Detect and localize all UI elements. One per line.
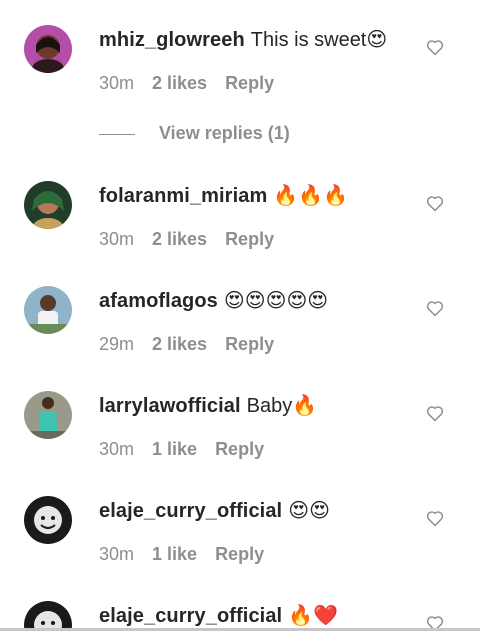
comment-username[interactable]: mhiz_glowreeh (99, 29, 245, 51)
comment-line: elaje_curry_official 🔥❤️ (99, 603, 338, 629)
comment-time: 30m (99, 73, 135, 93)
comment-username[interactable]: afamoflagos (99, 290, 218, 312)
comment-text: Baby🔥 (246, 395, 318, 417)
heart-outline-icon[interactable] (425, 403, 445, 423)
avatar[interactable] (24, 286, 72, 334)
comment-line: elaje_curry_official 😍😍 (99, 498, 330, 524)
comment-username[interactable]: elaje_curry_official (99, 605, 282, 627)
comment-username[interactable]: elaje_curry_official (99, 500, 282, 522)
comment-likes[interactable]: 2 likes (152, 72, 207, 94)
comment-item: elaje_curry_official 🔥❤️ (0, 601, 480, 631)
comment-item: folaranmi_miriam 🔥🔥🔥 30m 2 likes Reply (0, 181, 480, 261)
comment-meta: 29m 2 likes Reply (99, 333, 292, 355)
comment-likes[interactable]: 2 likes (152, 228, 207, 250)
comment-text: This is sweet😍 (250, 29, 388, 51)
divider (99, 133, 135, 135)
avatar[interactable] (24, 25, 72, 73)
comment-likes[interactable]: 2 likes (152, 333, 207, 355)
comment-time: 30m (99, 229, 135, 249)
comment-line: folaranmi_miriam 🔥🔥🔥 (99, 183, 348, 209)
comment-time: 30m (99, 544, 135, 564)
avatar[interactable] (24, 181, 72, 229)
comment-item: mhiz_glowreeh This is sweet😍 30m 2 likes Re… (0, 25, 480, 155)
view-replies-label: View replies (1) (159, 123, 290, 143)
heart-outline-icon[interactable] (425, 193, 445, 213)
reply-button[interactable]: Reply (225, 333, 274, 355)
heart-outline-icon[interactable] (425, 298, 445, 318)
comment-username[interactable]: larrylawofficial (99, 395, 241, 417)
comment-likes[interactable]: 1 like (152, 438, 197, 460)
comment-line: larrylawofficial Baby🔥 (99, 393, 317, 419)
comment-text: 🔥🔥🔥 (273, 185, 349, 207)
avatar[interactable] (24, 601, 72, 631)
comment-time: 29m (99, 334, 135, 354)
comment-meta: 30m 1 like Reply (99, 438, 282, 460)
comment-line: afamoflagos 😍😍😍😍😍 (99, 288, 328, 314)
comment-text: 🔥❤️ (288, 605, 339, 627)
view-replies-button[interactable]: View replies (1) (99, 122, 290, 144)
comment-text: 😍😍😍😍😍 (223, 290, 329, 312)
avatar[interactable] (24, 391, 72, 439)
comment-line: mhiz_glowreeh This is sweet😍 (99, 27, 387, 53)
comment-username[interactable]: folaranmi_miriam (99, 185, 267, 207)
reply-button[interactable]: Reply (215, 438, 264, 460)
comment-meta: 30m 1 like Reply (99, 543, 282, 565)
comment-meta: 30m 2 likes Reply (99, 72, 292, 94)
comment-meta: 30m 2 likes Reply (99, 228, 292, 250)
comment-time: 30m (99, 439, 135, 459)
reply-button[interactable]: Reply (215, 543, 264, 565)
heart-outline-icon[interactable] (425, 508, 445, 528)
reply-button[interactable]: Reply (225, 72, 274, 94)
comment-item: afamoflagos 😍😍😍😍😍 29m 2 likes Reply (0, 286, 480, 366)
heart-outline-icon[interactable] (425, 37, 445, 57)
comment-item: larrylawofficial Baby🔥 30m 1 like Reply (0, 391, 480, 471)
avatar[interactable] (24, 496, 72, 544)
comment-item: elaje_curry_official 😍😍 30m 1 like Reply (0, 496, 480, 576)
comment-likes[interactable]: 1 like (152, 543, 197, 565)
comment-text: 😍😍 (288, 500, 330, 522)
reply-button[interactable]: Reply (225, 228, 274, 250)
